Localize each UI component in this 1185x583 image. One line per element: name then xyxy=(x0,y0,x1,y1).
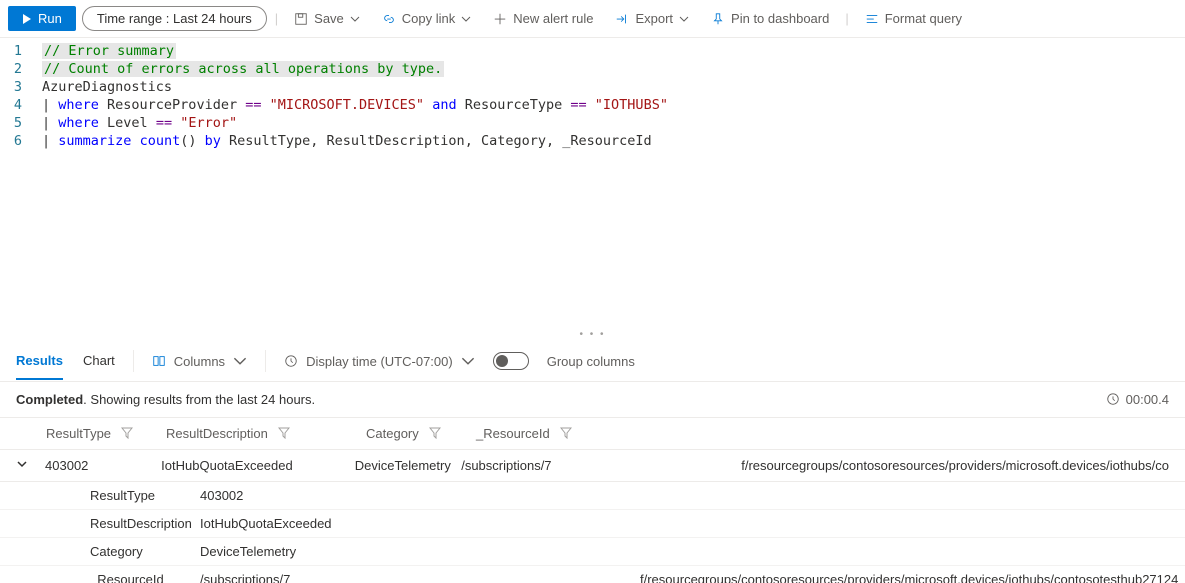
columns-label: Columns xyxy=(174,354,225,369)
row-detail: ResultType403002ResultDescriptionIotHubQ… xyxy=(0,482,1185,583)
result-tabs: Results Chart xyxy=(16,343,115,380)
detail-key: ResultType xyxy=(90,488,200,503)
detail-value: 403002 xyxy=(200,488,1185,503)
run-label: Run xyxy=(38,11,62,26)
clock-icon xyxy=(284,354,298,368)
columns-icon xyxy=(152,354,166,368)
chevron-down-icon xyxy=(350,14,360,24)
pin-label: Pin to dashboard xyxy=(731,11,829,26)
new-alert-button[interactable]: New alert rule xyxy=(485,7,601,30)
results-toolbar: Results Chart Columns Display time (UTC-… xyxy=(0,342,1185,382)
header-resultdescription[interactable]: ResultDescription xyxy=(166,426,268,441)
export-label: Export xyxy=(635,11,673,26)
header-resulttype[interactable]: ResultType xyxy=(46,426,111,441)
separator xyxy=(133,350,134,372)
cell-resultdescription: IotHubQuotaExceeded xyxy=(161,458,355,473)
table-header-row: ResultType ResultDescription Category _R… xyxy=(0,417,1185,450)
status-completed: Completed xyxy=(16,392,83,407)
cell-resourceid: /subscriptions/7f/resourcegroups/contoso… xyxy=(461,458,1169,473)
format-label: Format query xyxy=(885,11,962,26)
detail-value: DeviceTelemetry xyxy=(200,544,1185,559)
link-icon xyxy=(382,12,396,26)
plus-icon xyxy=(493,12,507,26)
run-button[interactable]: Run xyxy=(8,6,76,31)
chevron-down-icon xyxy=(679,14,689,24)
copy-link-label: Copy link xyxy=(402,11,455,26)
cell-resulttype: 403002 xyxy=(45,458,161,473)
filter-icon[interactable] xyxy=(278,427,290,439)
detail-key: Category xyxy=(90,544,200,559)
format-icon xyxy=(865,12,879,26)
save-button[interactable]: Save xyxy=(286,7,368,30)
group-columns-label: Group columns xyxy=(547,354,635,369)
line-gutter: 123456 xyxy=(0,42,30,150)
filter-icon[interactable] xyxy=(560,427,572,439)
results-table: ResultType ResultDescription Category _R… xyxy=(0,417,1185,583)
chevron-down-icon xyxy=(233,354,247,368)
header-category[interactable]: Category xyxy=(366,426,419,441)
status-msg: . Showing results from the last 24 hours… xyxy=(83,392,315,407)
time-range-value: Last 24 hours xyxy=(173,11,252,26)
display-time-label: Display time (UTC-07:00) xyxy=(306,354,453,369)
detail-key: ResultDescription xyxy=(90,516,200,531)
query-editor[interactable]: 123456 // Error summary// Count of error… xyxy=(0,38,1185,160)
detail-row: CategoryDeviceTelemetry xyxy=(0,538,1185,566)
tab-chart[interactable]: Chart xyxy=(83,343,115,380)
detail-row: ResultDescriptionIotHubQuotaExceeded xyxy=(0,510,1185,538)
detail-key: _ResourceId xyxy=(90,572,200,583)
filter-icon[interactable] xyxy=(121,427,133,439)
clock-icon xyxy=(1106,392,1120,406)
chevron-down-icon xyxy=(461,14,471,24)
header-resourceid[interactable]: _ResourceId xyxy=(476,426,550,441)
elapsed-time: 00:00.4 xyxy=(1126,392,1169,407)
resize-grip[interactable]: • • • xyxy=(0,327,1185,342)
save-label: Save xyxy=(314,11,344,26)
separator: | xyxy=(845,11,848,26)
time-range-picker[interactable]: Time range : Last 24 hours xyxy=(82,6,267,31)
tab-results[interactable]: Results xyxy=(16,343,63,380)
export-button[interactable]: Export xyxy=(607,7,697,30)
pin-icon xyxy=(711,12,725,26)
format-query-button[interactable]: Format query xyxy=(857,7,970,30)
detail-value: /subscriptions/7f/resourcegroups/contoso… xyxy=(200,572,1185,583)
export-icon xyxy=(615,12,629,26)
status-bar: Completed. Showing results from the last… xyxy=(0,382,1185,417)
chevron-down-icon xyxy=(461,354,475,368)
time-range-label: Time range : xyxy=(97,11,170,26)
play-icon xyxy=(22,14,32,24)
copy-link-button[interactable]: Copy link xyxy=(374,7,479,30)
toolbar: Run Time range : Last 24 hours | Save Co… xyxy=(0,0,1185,38)
separator xyxy=(265,350,266,372)
cell-category: DeviceTelemetry xyxy=(355,458,461,473)
detail-value: IotHubQuotaExceeded xyxy=(200,516,1185,531)
separator: | xyxy=(275,11,278,26)
detail-row: _ResourceId/subscriptions/7f/resourcegro… xyxy=(0,566,1185,583)
filter-icon[interactable] xyxy=(429,427,441,439)
columns-button[interactable]: Columns xyxy=(152,354,247,369)
detail-row: ResultType403002 xyxy=(0,482,1185,510)
table-row[interactable]: 403002IotHubQuotaExceededDeviceTelemetry… xyxy=(0,450,1185,482)
save-icon xyxy=(294,12,308,26)
display-time-button[interactable]: Display time (UTC-07:00) xyxy=(284,354,475,369)
code-area[interactable]: // Error summary// Count of errors acros… xyxy=(30,42,668,150)
pin-button[interactable]: Pin to dashboard xyxy=(703,7,837,30)
group-columns-toggle[interactable] xyxy=(493,352,529,370)
new-alert-label: New alert rule xyxy=(513,11,593,26)
expand-toggle[interactable] xyxy=(16,458,45,473)
